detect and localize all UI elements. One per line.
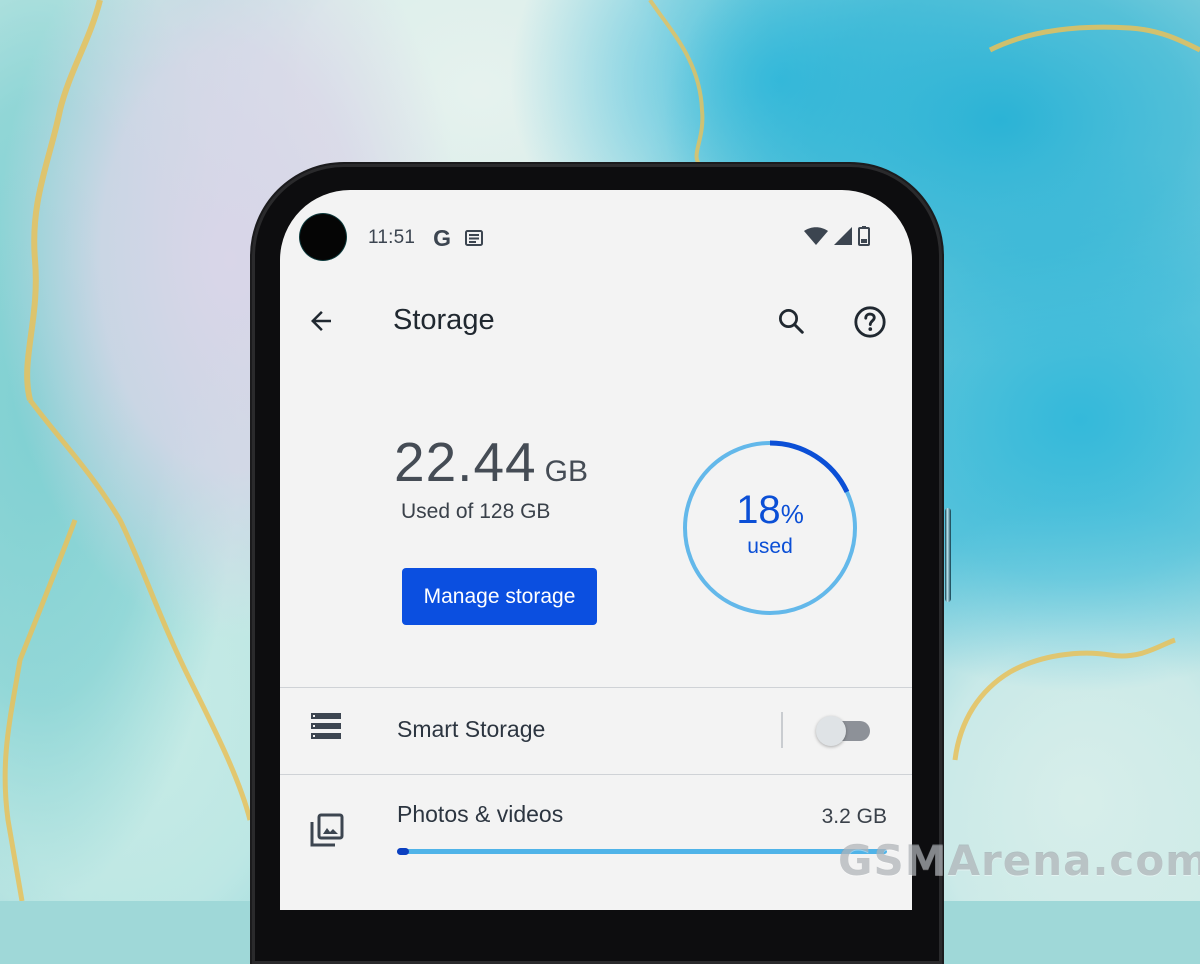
status-time: 11:51	[368, 227, 416, 248]
photos-usage-bar-fill	[397, 848, 410, 855]
percent-number: 18	[736, 488, 781, 532]
percent-sign: %	[780, 499, 804, 529]
photos-videos-size: 3.2 GB	[821, 805, 887, 828]
used-unit: GB	[544, 455, 588, 488]
smart-storage-label: Smart Storage	[397, 716, 546, 742]
percent-caption: used	[747, 535, 793, 558]
battery-icon	[858, 226, 870, 246]
used-of-total: Used of 128 GB	[401, 500, 551, 523]
usage-ring-label: 18% used	[680, 488, 860, 559]
manage-storage-button[interactable]: Manage storage	[402, 568, 597, 625]
back-arrow-icon[interactable]	[306, 306, 336, 336]
help-icon[interactable]	[853, 305, 887, 339]
photos-videos-row[interactable]: Photos & videos 3.2 GB	[280, 775, 912, 885]
used-value: 22.44	[394, 431, 537, 493]
app-bar: Storage	[280, 294, 912, 350]
page-title: Storage	[393, 304, 495, 336]
wifi-icon	[804, 227, 828, 245]
search-icon[interactable]	[776, 306, 806, 336]
smart-storage-toggle[interactable]	[816, 716, 872, 746]
cellular-signal-icon	[834, 227, 852, 245]
percent-used: 18%	[680, 488, 860, 533]
status-bar: 11:51 G	[368, 224, 484, 252]
front-camera	[300, 214, 346, 260]
toggle-thumb	[816, 716, 846, 746]
vertical-separator	[781, 712, 783, 748]
smart-storage-icon	[311, 713, 341, 739]
phone-screen: 11:51 G Storage 22.44 GB Used of 128 GB …	[280, 190, 912, 910]
photos-icon	[310, 813, 344, 847]
used-amount: 22.44 GB	[394, 430, 588, 494]
photos-usage-bar	[397, 848, 887, 855]
status-icons	[804, 226, 870, 246]
smart-storage-row[interactable]: Smart Storage	[280, 688, 912, 774]
news-icon	[465, 230, 484, 246]
google-icon: G	[433, 224, 452, 251]
watermark: GSMArena.com	[838, 836, 1200, 885]
phone-side-button	[945, 508, 951, 602]
photos-videos-label: Photos & videos	[397, 801, 564, 827]
